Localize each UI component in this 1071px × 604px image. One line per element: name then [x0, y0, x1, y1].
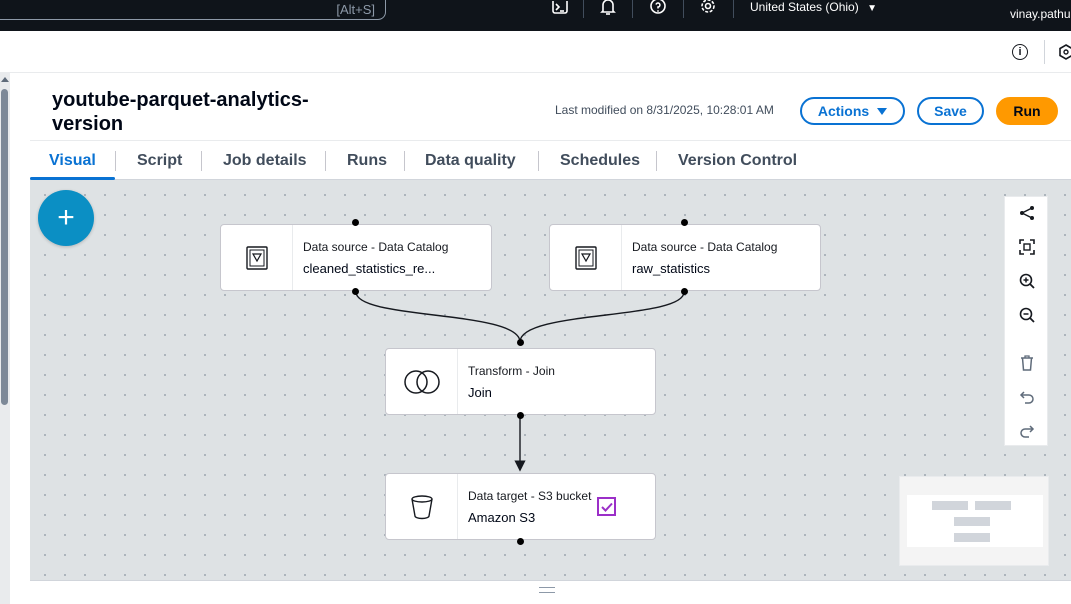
delete-icon[interactable]: [1017, 353, 1037, 373]
s3-bucket-icon: [386, 474, 458, 539]
gear-icon[interactable]: [698, 0, 718, 16]
zoom-in-icon[interactable]: [1017, 271, 1037, 291]
drag-handle-icon[interactable]: [539, 587, 555, 593]
node-port[interactable]: [352, 219, 359, 226]
region-label: United States (Ohio): [750, 0, 859, 14]
node-data-source-1[interactable]: Data source - Data Catalog cleaned_stati…: [220, 224, 492, 291]
save-button[interactable]: Save: [917, 97, 984, 125]
divider: [583, 0, 584, 18]
node-kind: Data source - Data Catalog: [632, 240, 778, 254]
divider: [683, 0, 684, 18]
divider: [538, 151, 539, 171]
divider: [325, 151, 326, 171]
scrollbar-thumb[interactable]: [1, 89, 8, 405]
actions-button[interactable]: Actions: [800, 97, 905, 125]
redo-icon[interactable]: [1017, 421, 1037, 441]
caret-down-icon: ▼: [867, 3, 877, 14]
tab-job-details[interactable]: Job details: [223, 152, 307, 170]
feedback-icon[interactable]: [1058, 44, 1071, 60]
tab-version-control[interactable]: Version Control: [678, 152, 797, 170]
node-port[interactable]: [681, 219, 688, 226]
node-transform-join[interactable]: Transform - Join Join: [385, 348, 656, 415]
minimap-node: [975, 501, 1011, 510]
join-icon: [386, 349, 458, 414]
zoom-out-icon[interactable]: [1017, 305, 1037, 325]
add-node-button[interactable]: +: [38, 190, 94, 246]
run-button[interactable]: Run: [996, 97, 1058, 125]
data-catalog-icon: [221, 225, 293, 290]
node-kind: Data source - Data Catalog: [303, 240, 449, 254]
node-port[interactable]: [517, 538, 524, 545]
minimap-node: [954, 533, 990, 542]
node-name: Amazon S3: [468, 510, 536, 525]
caret-down-icon: [877, 107, 888, 115]
node-port[interactable]: [517, 412, 524, 419]
tab-schedules[interactable]: Schedules: [560, 152, 640, 170]
bell-icon[interactable]: [598, 0, 618, 16]
tab-runs[interactable]: Runs: [347, 152, 387, 170]
search-shortcut: [Alt+S]: [336, 2, 375, 17]
divider: [201, 151, 202, 171]
fit-screen-icon[interactable]: [1017, 237, 1037, 257]
minimap-node: [932, 501, 968, 510]
tab-data-quality[interactable]: Data quality: [425, 152, 516, 170]
share-layout-icon[interactable]: [1017, 203, 1037, 223]
divider: [1044, 40, 1045, 64]
minimap-node: [954, 517, 990, 526]
node-kind: Transform - Join: [468, 364, 555, 378]
tab-visual[interactable]: Visual: [49, 152, 96, 170]
node-kind: Data target - S3 bucket: [468, 489, 592, 503]
scroll-up-icon[interactable]: [1, 77, 9, 82]
data-catalog-icon: [550, 225, 622, 290]
divider: [115, 151, 116, 171]
check-icon[interactable]: [597, 497, 616, 516]
secondary-bar: i: [0, 31, 1071, 73]
split-panel-bar[interactable]: [30, 580, 1071, 604]
last-modified: Last modified on 8/31/2025, 10:28:01 AM: [555, 103, 774, 117]
divider: [632, 0, 633, 18]
node-port[interactable]: [352, 288, 359, 295]
job-tabs: Visual Script Job details Runs Data qual…: [30, 140, 1071, 180]
search-box[interactable]: [Alt+S]: [0, 0, 386, 20]
node-port[interactable]: [517, 339, 524, 346]
divider: [733, 0, 734, 18]
cloudshell-icon[interactable]: [550, 0, 570, 16]
divider: [656, 151, 657, 171]
user-menu[interactable]: vinay.pathu: [1010, 7, 1071, 21]
node-name: raw_statistics: [632, 261, 711, 276]
region-selector[interactable]: United States (Ohio) ▼: [750, 0, 877, 14]
info-icon[interactable]: i: [1012, 44, 1028, 60]
job-title: youtube-parquet-analytics-version: [52, 89, 309, 135]
minimap-viewport: [907, 495, 1043, 547]
page-scrollbar[interactable]: [0, 73, 10, 604]
node-name: cleaned_statistics_re...: [303, 261, 436, 276]
divider: [404, 151, 405, 171]
node-data-source-2[interactable]: Data source - Data Catalog raw_statistic…: [549, 224, 821, 291]
canvas-toolbar: [1004, 196, 1048, 446]
top-navigation-bar: [Alt+S] United States (Ohio) ▼ vinay.pat…: [0, 0, 1071, 31]
minimap[interactable]: [899, 476, 1049, 566]
tab-script[interactable]: Script: [137, 152, 182, 170]
node-port[interactable]: [681, 288, 688, 295]
actions-label: Actions: [817, 103, 870, 119]
node-name: Join: [468, 385, 492, 400]
undo-icon[interactable]: [1017, 387, 1037, 407]
help-icon[interactable]: [648, 0, 668, 16]
